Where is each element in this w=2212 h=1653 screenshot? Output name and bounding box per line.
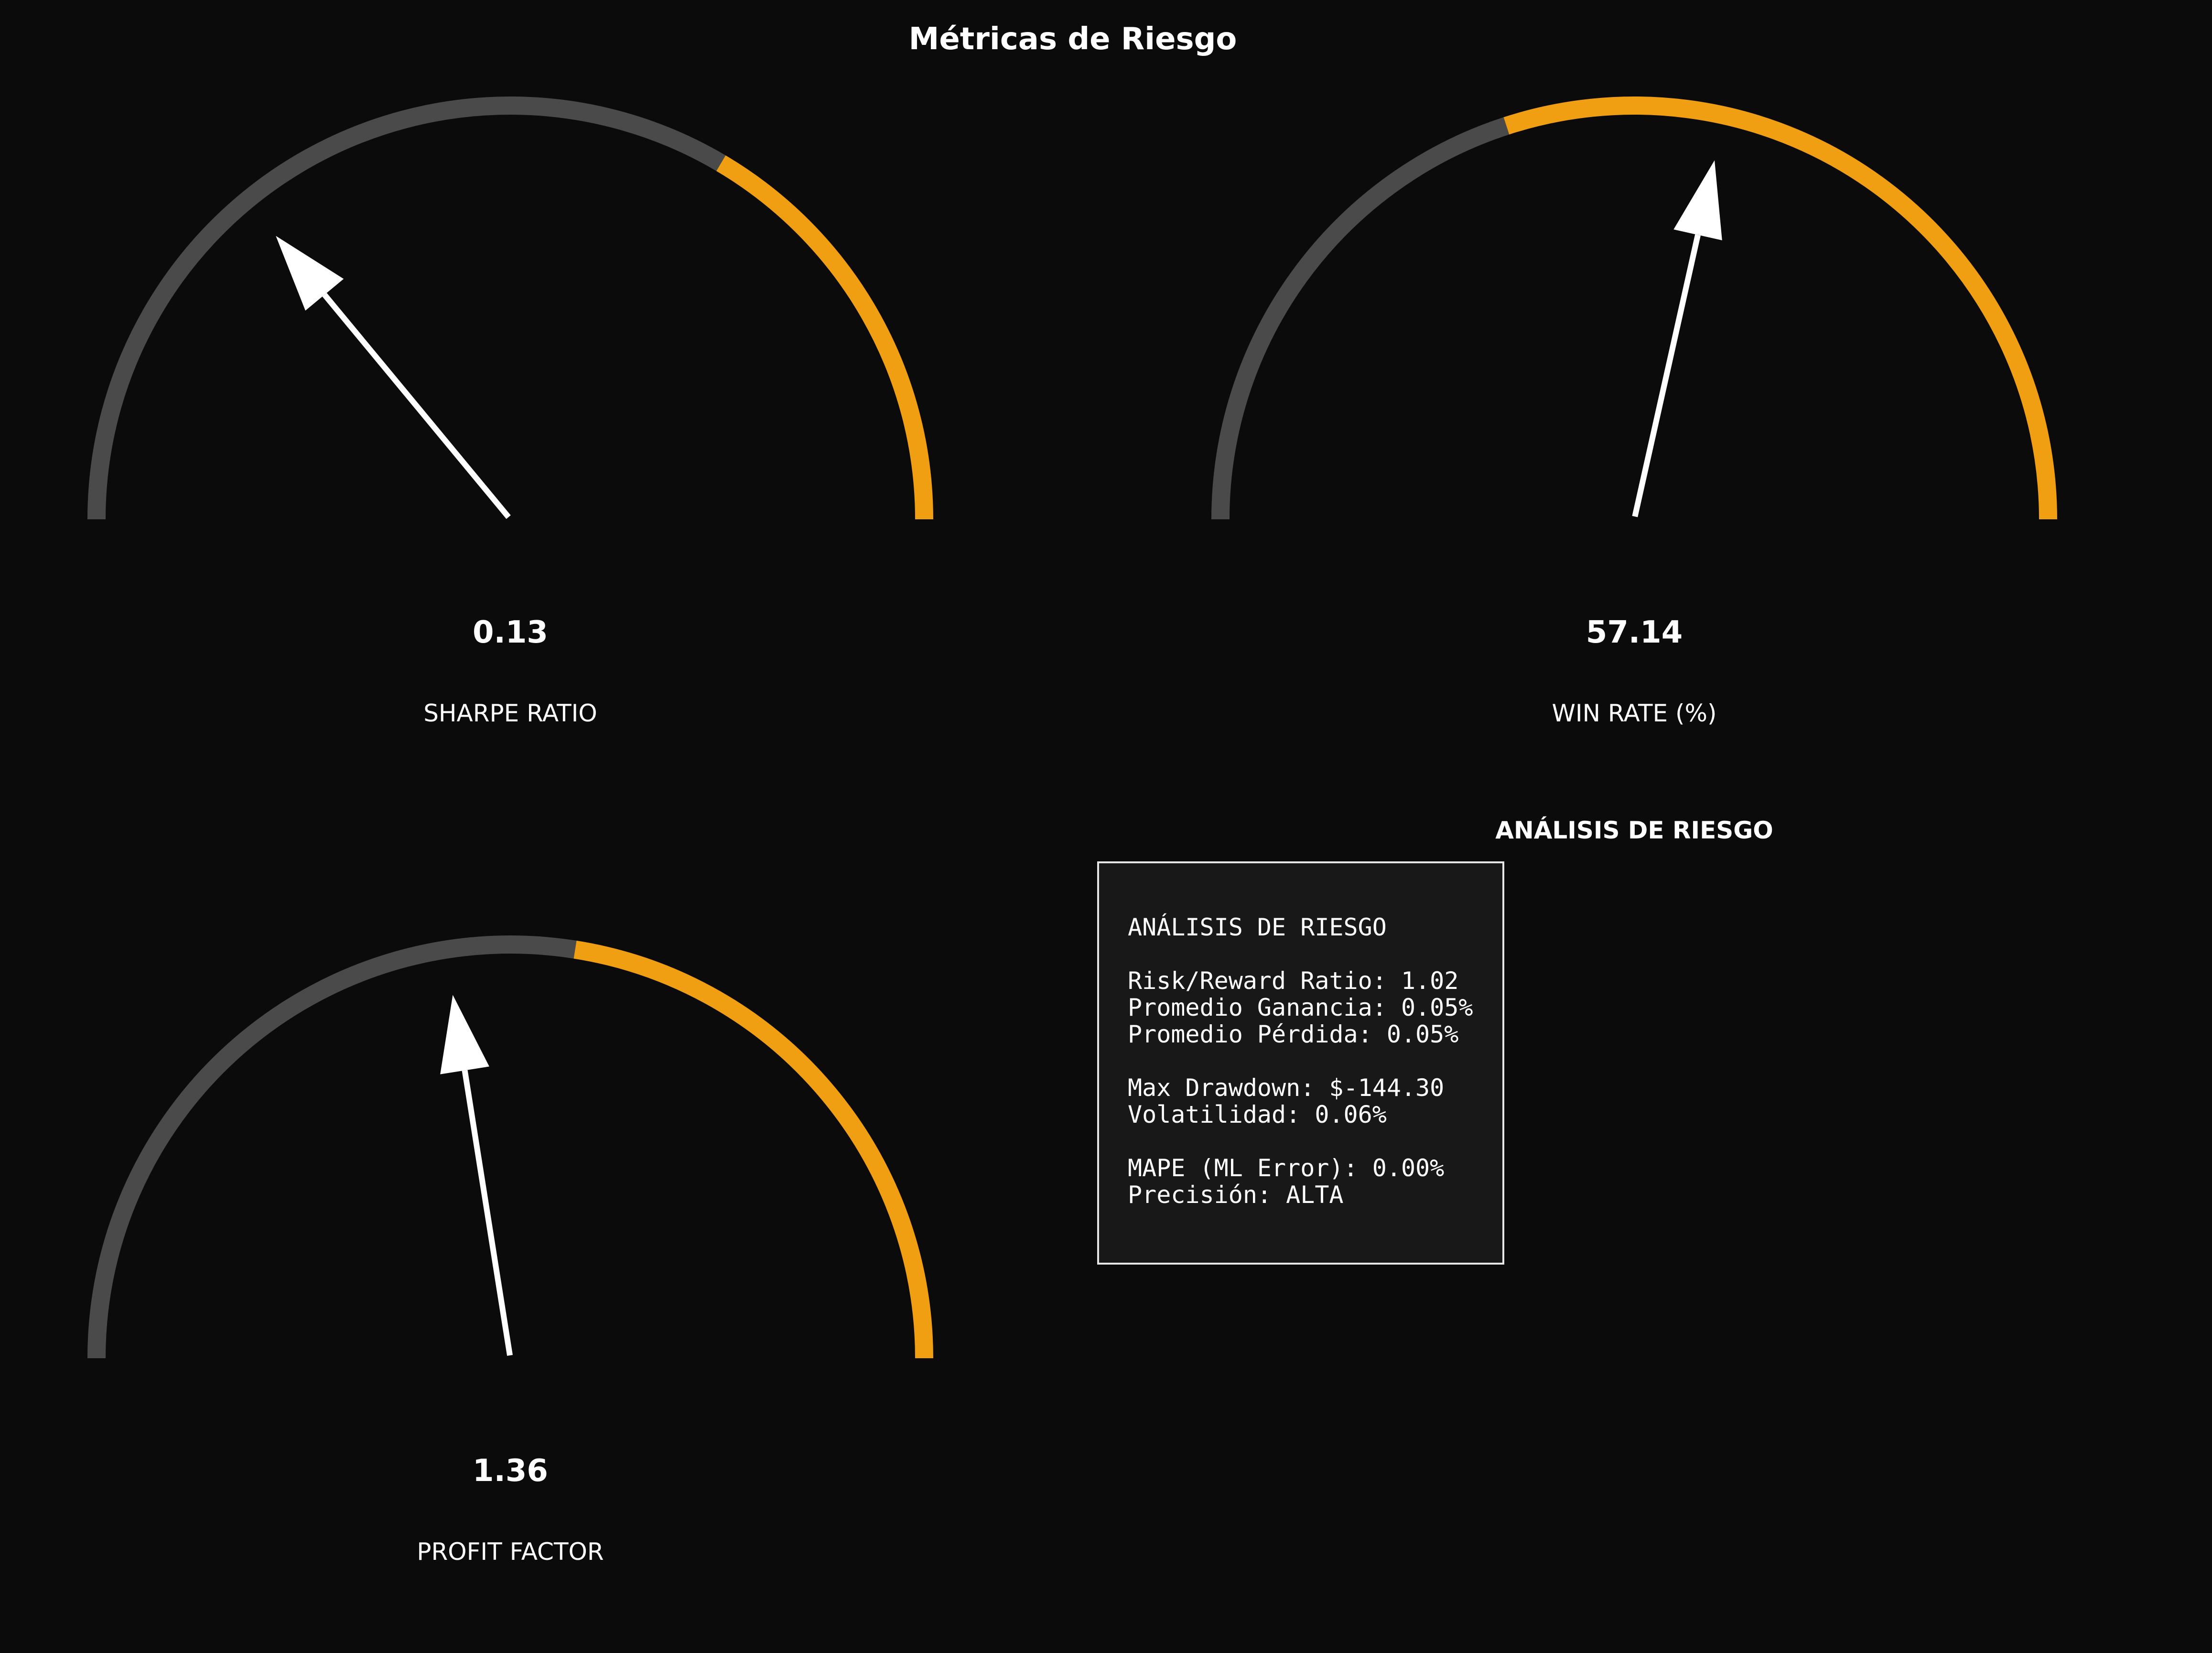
risk-metrics-figure: Métricas de Riesgo 0.13 SHARPE RATIO 57.… <box>0 0 2212 1653</box>
gauge-label: SHARPE RATIO <box>423 699 597 727</box>
risk-line: Volatilidad: 0.06% <box>1128 1101 1387 1128</box>
risk-line: Promedio Pérdida: 0.05% <box>1128 1020 1458 1048</box>
risk-line: MAPE (ML Error): 0.00% <box>1128 1154 1444 1182</box>
risk-panel-title: ANÁLISIS DE RIESGO <box>1128 913 1387 941</box>
gauge-label: WIN RATE (%) <box>1552 699 1716 727</box>
risk-line: Max Drawdown: $-144.30 <box>1128 1074 1444 1102</box>
gauge-value: 0.13 <box>473 615 548 650</box>
figure-title: Métricas de Riesgo <box>909 21 1237 57</box>
gauge-label: PROFIT FACTOR <box>417 1538 604 1566</box>
risk-section-heading: ANÁLISIS DE RIESGO <box>1495 816 1773 844</box>
risk-line: Risk/Reward Ratio: 1.02 <box>1128 967 1458 995</box>
gauge-value: 1.36 <box>473 1453 548 1489</box>
risk-line: Promedio Ganancia: 0.05% <box>1128 994 1473 1021</box>
gauge-value: 57.14 <box>1586 615 1683 650</box>
figure-background <box>0 0 2212 1653</box>
risk-line: Precisión: ALTA <box>1128 1181 1344 1209</box>
